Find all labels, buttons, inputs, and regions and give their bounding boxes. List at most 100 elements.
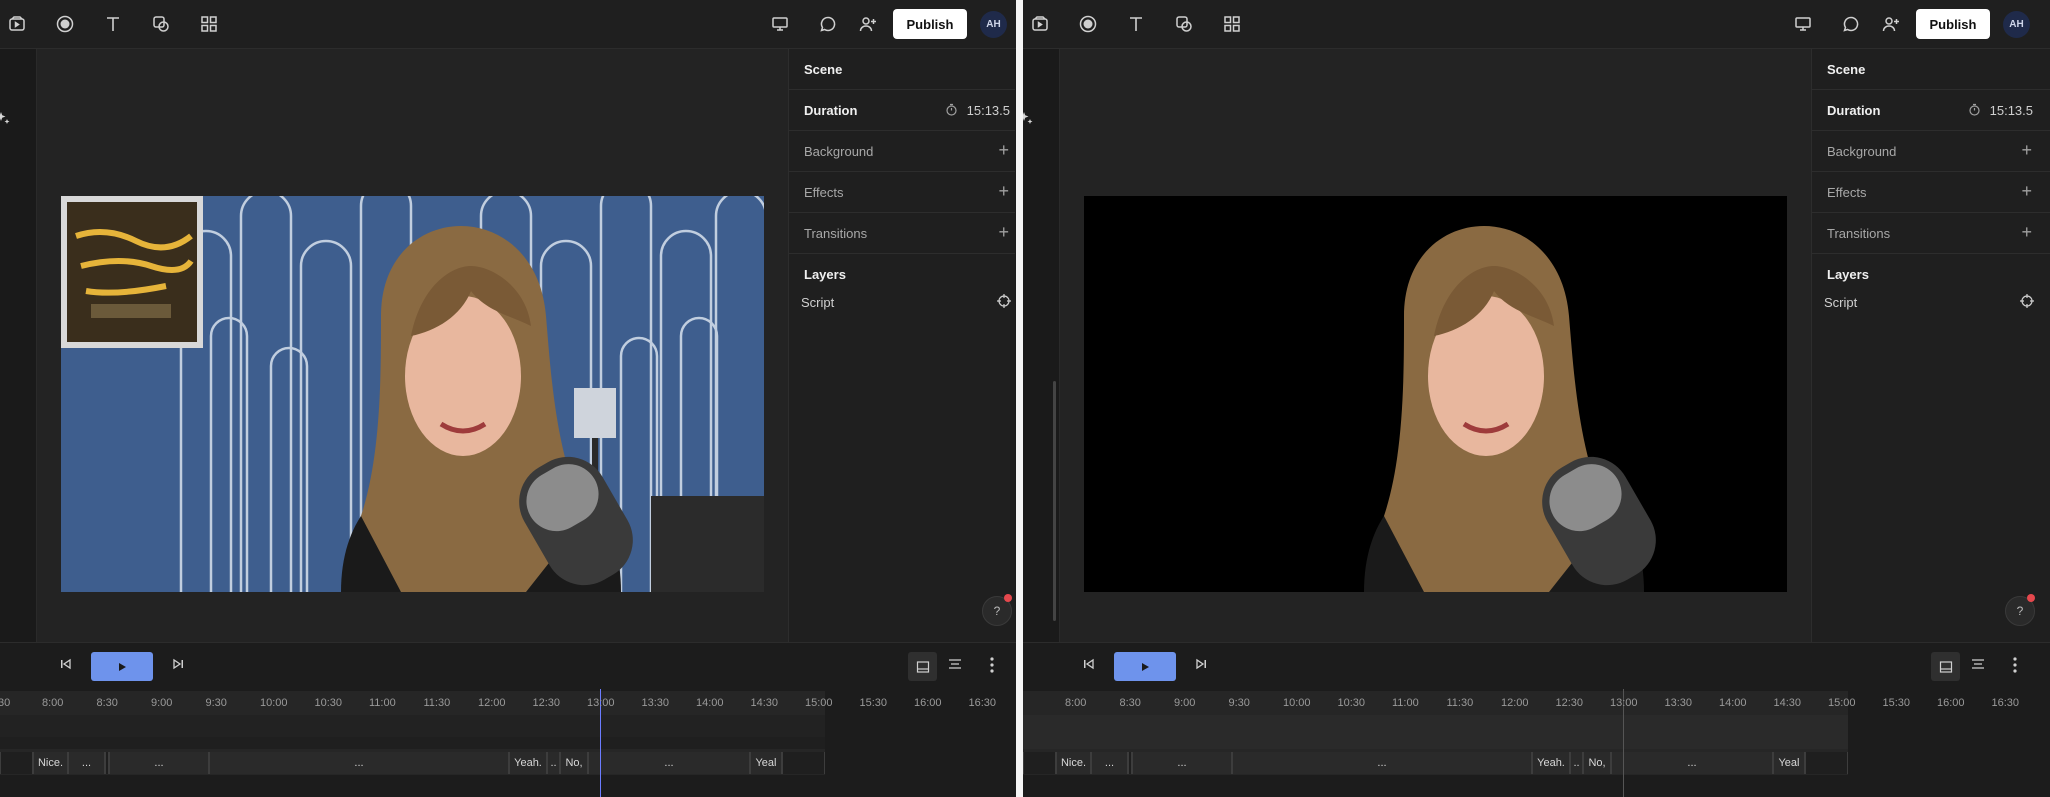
record-icon[interactable] — [53, 12, 77, 36]
skip-forward-icon[interactable] — [171, 657, 185, 676]
panel-scene-header: Scene — [1812, 49, 2050, 90]
audio-track[interactable] — [0, 737, 825, 749]
add-effect-plus-icon[interactable]: + — [998, 182, 1009, 200]
background-row[interactable]: Background + — [789, 131, 1015, 172]
layer-script[interactable]: Script — [801, 294, 1011, 311]
duration-label: Duration — [1827, 102, 1881, 118]
caption-segment[interactable]: Yeal — [1773, 752, 1805, 774]
sparkle-icon[interactable] — [1023, 111, 1034, 132]
record-icon[interactable] — [1076, 12, 1100, 36]
comment-icon[interactable] — [1839, 12, 1863, 36]
caption-segment[interactable]: ... — [1091, 752, 1128, 774]
background-row[interactable]: Background + — [1812, 131, 2050, 172]
timeline-tick: 16:30 — [968, 697, 997, 709]
caption-segment[interactable]: ... — [1132, 752, 1232, 774]
caption-segment[interactable]: .. — [1570, 752, 1583, 774]
timeline[interactable]: Nice. ... ... ... Yeah. .. No, ... Yeal … — [1023, 689, 2050, 797]
top-toolbar: Publish AH — [0, 0, 1016, 49]
align-center-icon[interactable] — [1971, 657, 1985, 676]
preview-canvas[interactable] — [1060, 49, 1811, 642]
crosshair-icon[interactable] — [997, 294, 1011, 311]
caption-blank[interactable] — [782, 752, 825, 774]
monitor-icon[interactable] — [1791, 12, 1815, 36]
text-icon[interactable] — [1124, 12, 1148, 36]
caption-segment[interactable]: ... — [1611, 752, 1773, 774]
shapes-icon[interactable] — [149, 12, 173, 36]
timeline-tick: 14:00 — [696, 697, 724, 709]
caption-segment[interactable]: Nice. — [33, 752, 68, 774]
transitions-row[interactable]: Transitions + — [1812, 213, 2050, 254]
layers-label: Layers — [804, 267, 846, 282]
caption-segment[interactable]: Yeah. — [1532, 752, 1570, 774]
effects-row[interactable]: Effects + — [1812, 172, 2050, 213]
caption-segment[interactable]: ... — [588, 752, 750, 774]
duration-value[interactable]: 15:13.5 — [967, 103, 1010, 118]
caption-segment[interactable]: Nice. — [1056, 752, 1091, 774]
timeline-tick: 15:30 — [1882, 697, 1911, 709]
caption-segment[interactable]: No, — [560, 752, 588, 774]
caption-segment[interactable]: Yeal — [750, 752, 782, 774]
avatar[interactable]: AH — [2003, 11, 2030, 38]
more-options-icon[interactable] — [990, 657, 994, 678]
add-effect-plus-icon[interactable]: + — [2021, 182, 2032, 200]
align-center-icon[interactable] — [948, 657, 962, 676]
caption-blank[interactable] — [1023, 752, 1056, 774]
add-transition-plus-icon[interactable]: + — [998, 223, 1009, 241]
publish-button[interactable]: Publish — [893, 9, 967, 39]
layout-view-button[interactable] — [908, 652, 937, 681]
publish-button[interactable]: Publish — [1916, 9, 1990, 39]
caption-segment[interactable]: ... — [109, 752, 209, 774]
crosshair-icon[interactable] — [2020, 294, 2034, 311]
grid-icon[interactable] — [1220, 12, 1244, 36]
grid-icon[interactable] — [197, 12, 221, 36]
caption-segment[interactable]: ... — [209, 752, 509, 774]
add-background-plus-icon[interactable]: + — [998, 141, 1009, 159]
notification-dot — [1004, 594, 1012, 602]
caption-blank[interactable] — [1805, 752, 1848, 774]
play-button[interactable] — [91, 652, 153, 681]
text-icon[interactable] — [101, 12, 125, 36]
more-options-icon[interactable] — [2013, 657, 2017, 678]
skip-back-icon[interactable] — [1082, 657, 1096, 676]
video-clip-icon[interactable] — [1028, 12, 1052, 36]
timeline-tick: 11:00 — [1392, 697, 1419, 709]
duration-value[interactable]: 15:13.5 — [1990, 103, 2033, 118]
caption-segment[interactable]: Yeah. — [509, 752, 547, 774]
layout-view-button[interactable] — [1931, 652, 1960, 681]
timeline-tick: 9:30 — [1228, 697, 1250, 709]
video-track[interactable] — [1023, 715, 1848, 737]
duration-row[interactable]: Duration 15:13.5 — [1812, 90, 2050, 131]
comment-icon[interactable] — [816, 12, 840, 36]
skip-forward-icon[interactable] — [1194, 657, 1208, 676]
sparkle-icon[interactable] — [0, 111, 11, 132]
audio-track[interactable] — [1023, 737, 1848, 749]
layer-script[interactable]: Script — [1824, 294, 2034, 311]
caption-blank[interactable] — [0, 752, 33, 774]
skip-back-icon[interactable] — [59, 657, 73, 676]
shapes-icon[interactable] — [1172, 12, 1196, 36]
caption-segment[interactable]: ... — [68, 752, 105, 774]
layers-header: Layers — [1812, 254, 2050, 295]
add-user-icon[interactable] — [1879, 12, 1903, 36]
video-clip-icon[interactable] — [5, 12, 29, 36]
add-background-plus-icon[interactable]: + — [2021, 141, 2032, 159]
add-user-icon[interactable] — [856, 12, 880, 36]
canvas-scrollbar[interactable] — [1053, 381, 1056, 621]
video-frame-original[interactable] — [61, 196, 764, 592]
video-frame-background-removed[interactable] — [1084, 196, 1787, 592]
effects-row[interactable]: Effects + — [789, 172, 1015, 213]
duration-row[interactable]: Duration 15:13.5 — [789, 90, 1015, 131]
timeline[interactable]: 30 Nice. ... ... ... Yeah. .. No, ... Ye… — [0, 689, 1016, 797]
avatar[interactable]: AH — [980, 11, 1007, 38]
monitor-icon[interactable] — [768, 12, 792, 36]
transitions-row[interactable]: Transitions + — [789, 213, 1015, 254]
caption-segment[interactable]: ... — [1232, 752, 1532, 774]
play-button[interactable] — [1114, 652, 1176, 681]
effects-label: Effects — [1827, 184, 1867, 200]
caption-segment[interactable]: No, — [1583, 752, 1611, 774]
caption-segment[interactable]: .. — [547, 752, 560, 774]
video-track[interactable] — [0, 715, 825, 737]
timeline-tick: 11:30 — [423, 697, 451, 709]
preview-canvas[interactable] — [37, 49, 788, 642]
add-transition-plus-icon[interactable]: + — [2021, 223, 2032, 241]
